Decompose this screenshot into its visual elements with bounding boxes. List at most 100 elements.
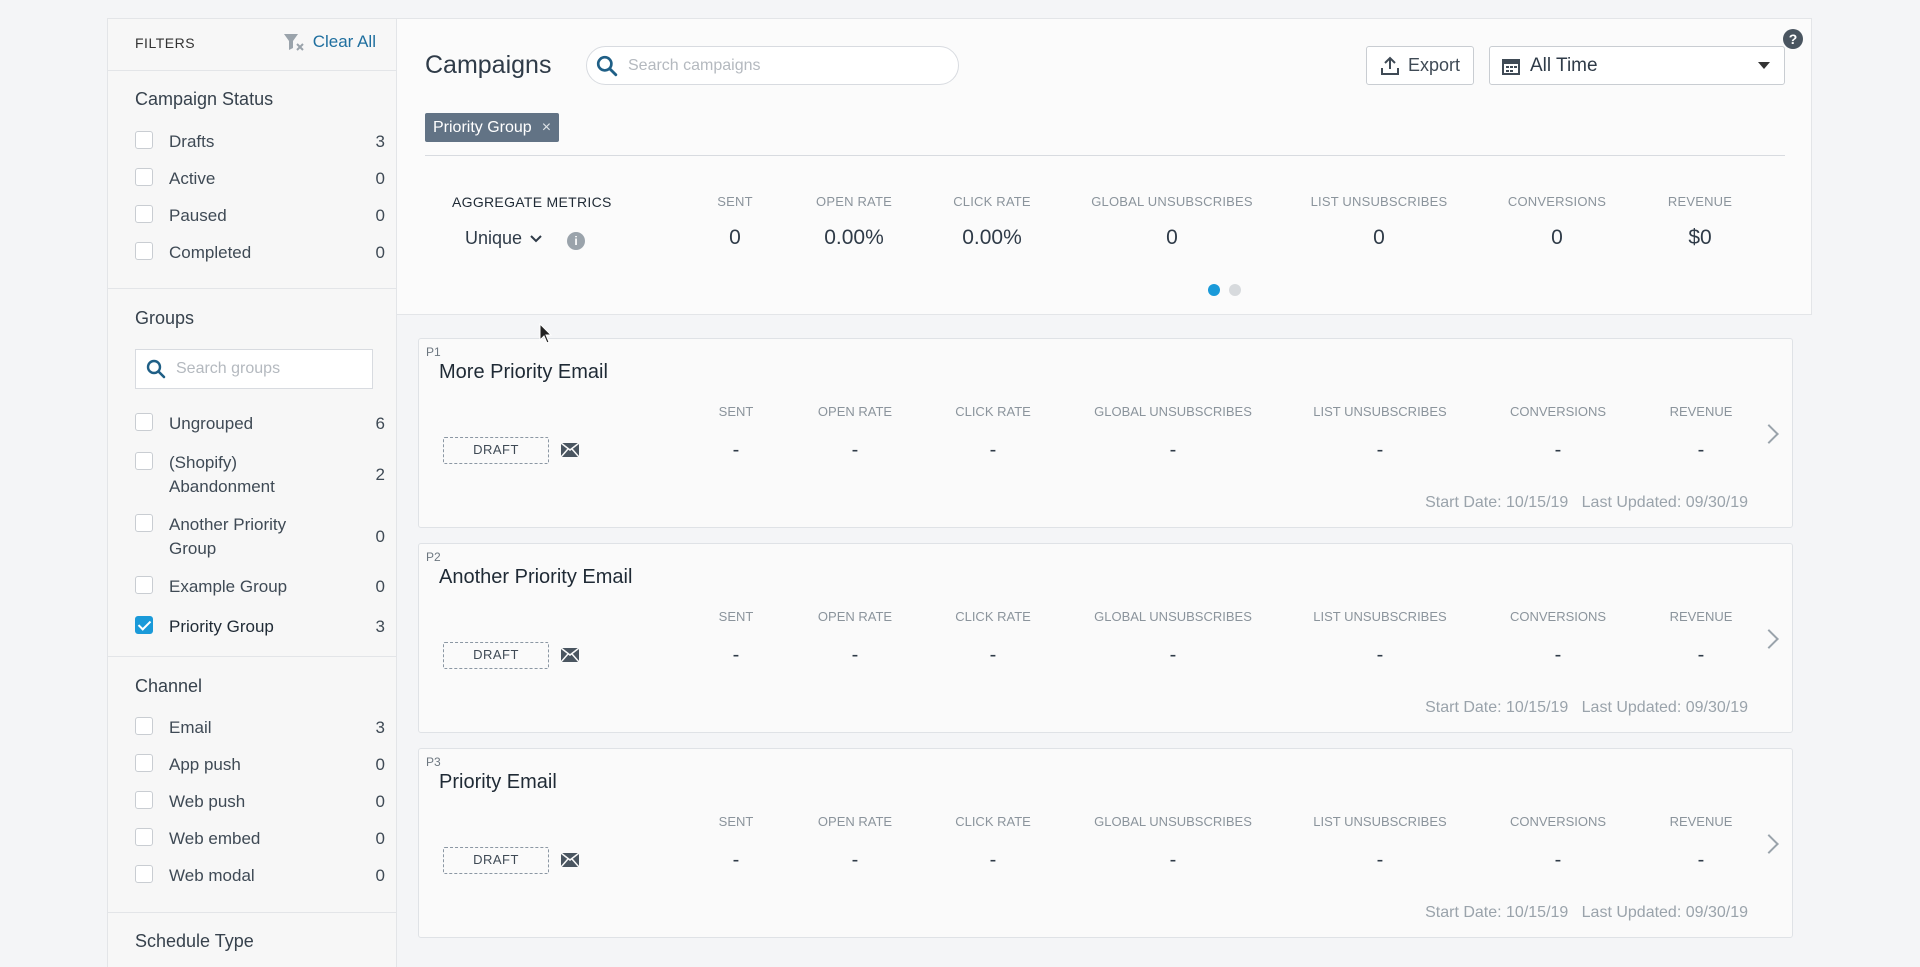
section-divider: [108, 656, 396, 657]
aggregate-metrics-label: AGGREGATE METRICS: [452, 194, 612, 210]
checkbox[interactable]: [135, 131, 153, 149]
chevron-right-icon[interactable]: [1759, 834, 1779, 854]
channel-filter-app-push[interactable]: App push 0: [135, 753, 385, 777]
pager-dot[interactable]: [1229, 284, 1241, 296]
metric-value-global-unsubscribes: 0: [1166, 226, 1178, 249]
checkbox[interactable]: [135, 576, 153, 594]
filters-header: FILTERS Clear All: [108, 19, 396, 71]
mouse-cursor-icon: [539, 323, 553, 344]
checkbox[interactable]: [135, 865, 153, 883]
checkbox[interactable]: [135, 242, 153, 260]
metric-header-conversions: CONVERSIONS: [1507, 194, 1607, 209]
campaign-card[interactable]: P2 Another Priority Email DRAFT SENT - O…: [418, 543, 1793, 733]
metric-header: REVENUE: [1669, 609, 1733, 624]
header-divider: [425, 155, 1785, 156]
metric-header: LIST UNSUBSCRIBES: [1313, 814, 1447, 829]
upload-icon: [1380, 56, 1399, 75]
metric-value: -: [1554, 439, 1562, 461]
schedule-type-title: Schedule Type: [135, 931, 254, 951]
checkbox-checked[interactable]: [135, 616, 153, 634]
clear-filter-icon: [283, 34, 304, 51]
channel-filter-web-modal[interactable]: Web modal 0: [135, 864, 385, 888]
metric-mode-dropdown[interactable]: Unique: [465, 228, 542, 249]
section-divider: [108, 912, 396, 913]
metric-header: GLOBAL UNSUBSCRIBES: [1094, 609, 1252, 624]
checkbox-label: Web modal: [169, 866, 255, 885]
checkbox[interactable]: [135, 413, 153, 431]
export-button[interactable]: Export: [1366, 46, 1474, 85]
metric-value: -: [1554, 644, 1562, 666]
pager-dot-active[interactable]: [1208, 284, 1220, 296]
chevron-right-icon[interactable]: [1759, 629, 1779, 649]
filter-count: 0: [375, 866, 385, 885]
metric-value: -: [1376, 849, 1384, 871]
tag-label: Priority Group: [433, 118, 532, 136]
page-title: Campaigns: [425, 51, 552, 79]
metric-header: CONVERSIONS: [1509, 609, 1607, 624]
group-filter-another-priority-group[interactable]: Another Priority Group 0: [135, 513, 385, 561]
status-badge: DRAFT: [443, 847, 549, 874]
metric-value: -: [732, 439, 740, 461]
metric-header: GLOBAL UNSUBSCRIBES: [1094, 404, 1252, 419]
campaign-status-title: Campaign Status: [135, 89, 274, 109]
checkbox[interactable]: [135, 452, 153, 470]
metric-header: CONVERSIONS: [1509, 404, 1607, 419]
checkbox[interactable]: [135, 514, 153, 532]
metric-value: -: [1376, 644, 1384, 666]
checkbox-label: Web push: [169, 792, 246, 811]
metric-value: -: [732, 644, 740, 666]
tag-remove-icon[interactable]: ×: [542, 119, 551, 137]
group-filter-ungrouped[interactable]: Ungrouped 6: [135, 412, 385, 436]
date-range-value: All Time: [1530, 54, 1598, 76]
filters-title: FILTERS: [135, 35, 196, 51]
checkbox-label: Ungrouped: [169, 414, 254, 433]
chevron-down-icon: [530, 234, 542, 242]
checkbox-label: Web embed: [169, 829, 261, 848]
filters-sidebar: FILTERS Clear All Campaign Status Drafts…: [107, 18, 397, 967]
campaign-dates: Start Date: 10/15/19 Last Updated: 09/30…: [1425, 904, 1748, 921]
metric-header: LIST UNSUBSCRIBES: [1313, 609, 1447, 624]
status-filter-drafts[interactable]: Drafts 3: [135, 130, 385, 154]
help-icon[interactable]: ?: [1783, 29, 1803, 49]
section-divider: [108, 288, 396, 289]
metric-header-click-rate: CLICK RATE: [953, 194, 1031, 209]
chevron-right-icon[interactable]: [1759, 424, 1779, 444]
group-filter-priority-group[interactable]: Priority Group 3: [135, 615, 385, 639]
channel-filter-email[interactable]: Email 3: [135, 716, 385, 740]
campaign-search-input[interactable]: [626, 55, 930, 76]
group-filter-example-group[interactable]: Example Group 0: [135, 575, 385, 599]
status-filter-active[interactable]: Active 0: [135, 167, 385, 191]
checkbox[interactable]: [135, 717, 153, 735]
checkbox[interactable]: [135, 754, 153, 772]
dropdown-caret-icon: [1758, 62, 1770, 69]
checkbox[interactable]: [135, 168, 153, 186]
metric-value: -: [851, 439, 859, 461]
checkbox-label: App push: [169, 755, 241, 774]
campaign-card[interactable]: P3 Priority Email DRAFT SENT - OPEN RATE…: [418, 748, 1793, 938]
group-filter-shopify-abandonment[interactable]: (Shopify) Abandonment 2: [135, 451, 385, 499]
metric-value: -: [1697, 644, 1705, 666]
checkbox-label: Drafts: [169, 132, 215, 151]
channel-filter-web-embed[interactable]: Web embed 0: [135, 827, 385, 851]
checkbox[interactable]: [135, 828, 153, 846]
status-filter-paused[interactable]: Paused 0: [135, 204, 385, 228]
groups-title: Groups: [135, 308, 195, 328]
filter-count: 3: [375, 617, 385, 636]
checkbox-label: Active: [169, 169, 216, 188]
clear-all-button[interactable]: Clear All: [283, 32, 376, 52]
metric-header: GLOBAL UNSUBSCRIBES: [1094, 814, 1252, 829]
metric-header-sent: SENT: [717, 194, 753, 209]
checkbox[interactable]: [135, 205, 153, 223]
metric-header: CLICK RATE: [955, 609, 1031, 624]
campaign-dates: Start Date: 10/15/19 Last Updated: 09/30…: [1425, 494, 1748, 511]
active-filter-tag: Priority Group ×: [425, 113, 560, 142]
checkbox[interactable]: [135, 791, 153, 809]
metric-value: -: [1697, 849, 1705, 871]
channel-filter-web-push[interactable]: Web push 0: [135, 790, 385, 814]
campaign-card[interactable]: P1 More Priority Email DRAFT SENT - OPEN…: [418, 338, 1793, 528]
date-range-select[interactable]: All Time: [1489, 46, 1785, 85]
info-icon[interactable]: i: [567, 232, 585, 250]
status-filter-completed[interactable]: Completed 0: [135, 241, 385, 265]
groups-search: [135, 349, 373, 389]
groups-search-input[interactable]: [174, 359, 368, 379]
